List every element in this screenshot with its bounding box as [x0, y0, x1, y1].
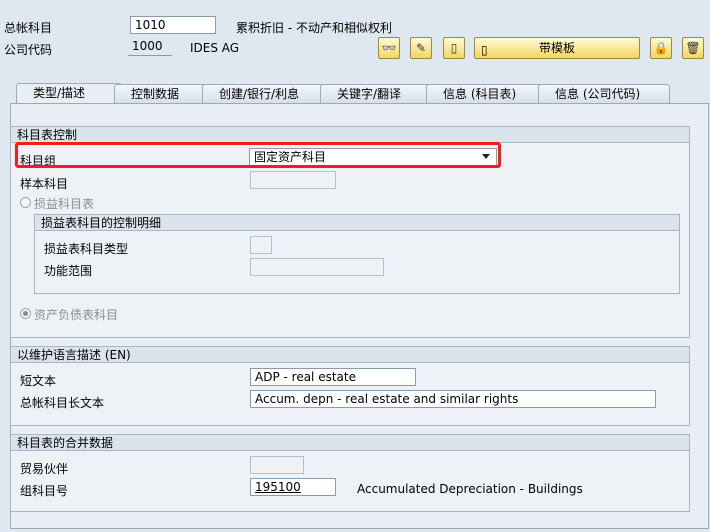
create-button[interactable]: ▯	[443, 37, 465, 59]
long-text-label: 总帐科目长文本	[20, 396, 105, 410]
tab-create-bank-interest[interactable]: 创建/银行/利息	[202, 84, 328, 103]
tab-control-data[interactable]: 控制数据	[114, 84, 212, 103]
short-text-label: 短文本	[20, 374, 57, 388]
display-change-button[interactable]: 👓	[378, 37, 400, 59]
pl-account-radio[interactable]	[20, 197, 31, 208]
bs-account-radio[interactable]	[20, 308, 31, 319]
glasses-icon: 👓	[381, 41, 397, 55]
subgroup-title: 损益表科目的控制明细	[35, 215, 679, 231]
highlight-annotation	[15, 142, 501, 168]
pl-account-radio-label: 损益科目表	[34, 197, 95, 211]
bs-account-radio-label: 资产负债表科目	[34, 308, 119, 322]
functional-area-input[interactable]	[250, 258, 384, 276]
trading-partner-label: 贸易伙伴	[20, 462, 69, 476]
pl-control-subgroup: 损益表科目的控制明细	[34, 214, 680, 294]
tab-keyword-translation[interactable]: 关键字/翻译	[320, 84, 436, 103]
gl-account-input[interactable]: 1010	[130, 16, 216, 34]
company-code-label: 公司代码	[4, 43, 53, 57]
description-group: 以维护语言描述 (EN)	[10, 346, 690, 426]
trading-partner-input[interactable]	[250, 456, 304, 474]
lock-icon: 🔒	[653, 41, 669, 55]
gl-account-label: 总帐科目	[4, 21, 53, 35]
pl-type-label: 损益表科目类型	[44, 242, 129, 256]
group-title: 科目表控制	[11, 127, 689, 143]
edit-button[interactable]: ✎	[410, 37, 432, 59]
pl-type-input[interactable]	[250, 236, 272, 254]
sample-account-input[interactable]	[250, 171, 336, 189]
document-icon: ▯	[450, 41, 458, 55]
lock-button[interactable]: 🔒	[650, 37, 672, 59]
group-title: 科目表的合并数据	[11, 435, 689, 451]
pencil-icon: ✎	[415, 41, 427, 55]
consolidation-group: 科目表的合并数据	[10, 434, 690, 512]
group-account-label: 组科目号	[20, 484, 69, 498]
tab-info-coa[interactable]: 信息 (科目表)	[426, 84, 554, 103]
delete-button[interactable]: 🗑	[682, 37, 704, 59]
group-title: 以维护语言描述 (EN)	[11, 347, 689, 363]
group-account-input[interactable]: 195100	[250, 478, 336, 496]
trash-icon: 🗑	[685, 41, 701, 55]
sample-account-label: 样本科目	[20, 177, 69, 191]
tab-info-company-code[interactable]: 信息 (公司代码)	[538, 84, 670, 103]
group-account-description: Accumulated Depreciation - Buildings	[357, 482, 583, 496]
company-code-description: IDES AG	[190, 41, 240, 55]
functional-area-label: 功能范围	[44, 264, 93, 278]
tab-type-description[interactable]: 类型/描述	[16, 83, 122, 104]
company-code-input[interactable]: 1000	[128, 38, 172, 56]
gl-account-description: 累积折旧 - 不动产和相似权利	[236, 21, 392, 35]
long-text-input[interactable]: Accum. depn - real estate and similar ri…	[250, 390, 656, 408]
with-template-button[interactable]: ▯ 带模板	[474, 37, 640, 59]
short-text-input[interactable]: ADP - real estate	[250, 368, 416, 386]
